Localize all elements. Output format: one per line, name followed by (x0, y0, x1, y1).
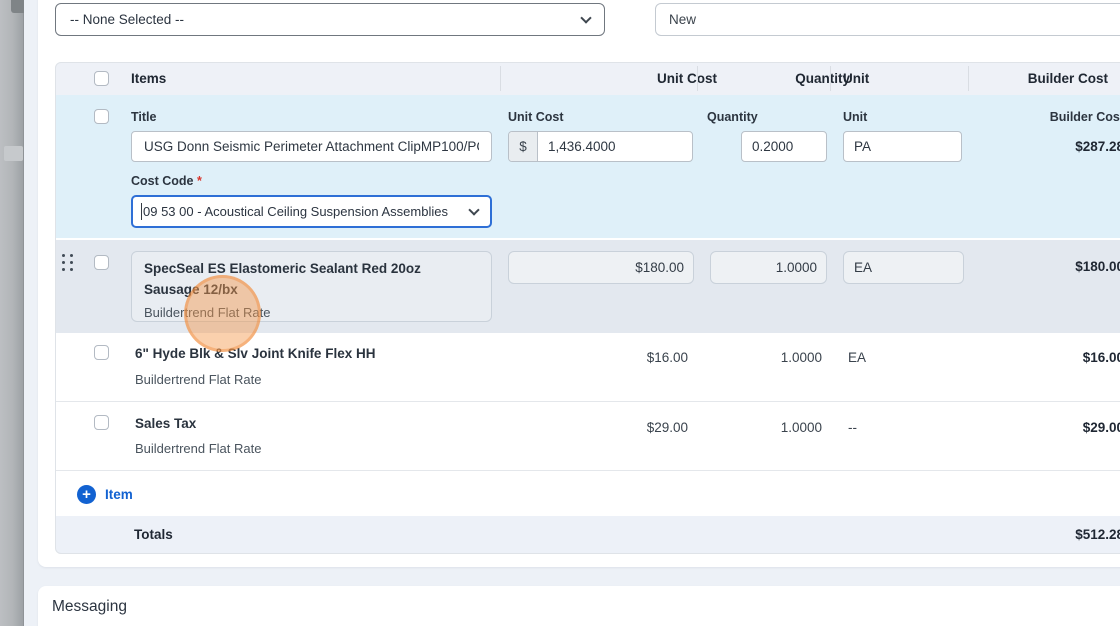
item-subtitle: Buildertrend Flat Rate (144, 305, 271, 320)
currency-prefix: $ (509, 132, 538, 161)
chevron-down-icon (580, 11, 592, 24)
quantity-input[interactable]: 0.2000 (741, 131, 827, 162)
add-item-label: Item (105, 487, 133, 502)
cost-code-label: Cost Code * (131, 174, 202, 188)
drag-handle-icon[interactable] (62, 254, 74, 271)
item-row[interactable] (55, 333, 1120, 402)
unit-input[interactable]: PA (843, 131, 962, 162)
row-unit-cost: $16.00 (646, 350, 688, 365)
header-builder-cost: Builder Cost (1027, 71, 1108, 86)
select-all-checkbox[interactable] (94, 71, 109, 86)
item-title: 6" Hyde Blk & Slv Joint Knife Flex HH (135, 346, 376, 361)
totals-builder-cost: $512.28 (1075, 527, 1120, 542)
status-field[interactable]: New (655, 3, 1120, 36)
row-builder-cost: $16.00 (1082, 350, 1120, 365)
column-divider (968, 66, 969, 91)
unit-cost-label: Unit Cost (508, 110, 564, 124)
row-unit: -- (848, 420, 857, 435)
row-quantity: 1.0000 (780, 420, 822, 435)
items-table-header: Items Unit Cost Quantity Unit Builder Co… (55, 62, 1120, 95)
totals-label: Totals (134, 527, 173, 542)
item-title-box[interactable]: SpecSeal ES Elastomeric Sealant Red 20oz… (131, 251, 492, 322)
header-quantity: Quantity (795, 71, 850, 86)
add-item-button[interactable]: + Item (77, 485, 133, 504)
column-divider (697, 66, 698, 91)
plus-icon: + (77, 485, 96, 504)
item-subtitle: Buildertrend Flat Rate (135, 372, 262, 387)
row-unit-cost: $29.00 (646, 420, 688, 435)
row-quantity: 1.0000 (780, 350, 822, 365)
edit-row-builder-cost: $287.28 (1075, 139, 1120, 154)
row-builder-cost: $29.00 (1082, 420, 1120, 435)
totals-row (55, 516, 1120, 554)
edit-row-checkbox[interactable] (94, 109, 109, 124)
chevron-down-icon (468, 203, 480, 216)
unit-label: Unit (843, 110, 868, 124)
unit-cost-value: 1,436.4000 (548, 139, 616, 154)
cost-code-filter-select[interactable]: -- None Selected -- (55, 3, 605, 36)
items-editor-screen: -- None Selected -- New Items Unit Cost … (0, 0, 1120, 626)
quantity-readonly: 1.0000 (710, 251, 827, 284)
header-items: Items (131, 71, 167, 86)
row-builder-cost: $180.00 (1075, 259, 1120, 274)
item-title: Sales Tax (135, 416, 197, 431)
unit-cost-readonly: $180.00 (508, 251, 694, 284)
add-item-row (55, 471, 1120, 516)
title-label: Title (131, 110, 157, 124)
quantity-value: 0.2000 (752, 139, 794, 154)
messaging-card (38, 586, 1120, 626)
cost-code-value: 09 53 00 - Acoustical Ceiling Suspension… (143, 204, 448, 219)
row-checkbox[interactable] (94, 345, 109, 360)
backdrop-artifact (11, 0, 24, 13)
builder-cost-label: Builder Cost (1049, 110, 1120, 124)
row-checkbox[interactable] (94, 255, 109, 270)
page-edge-backdrop (0, 0, 24, 626)
column-divider (500, 66, 501, 91)
cost-code-select[interactable]: 09 53 00 - Acoustical Ceiling Suspension… (131, 195, 492, 228)
item-subtitle: Buildertrend Flat Rate (135, 441, 262, 456)
status-value: New (669, 12, 697, 27)
item-row[interactable] (55, 402, 1120, 471)
required-asterisk: * (196, 174, 202, 188)
unit-value: PA (854, 139, 872, 154)
header-unit: Unit (843, 71, 870, 86)
title-input[interactable] (131, 131, 492, 162)
unit-cost-input[interactable]: $ 1,436.4000 (508, 131, 693, 162)
item-title: SpecSeal ES Elastomeric Sealant Red 20oz… (144, 261, 421, 297)
row-unit: EA (848, 350, 867, 365)
cost-code-filter-value: -- None Selected -- (70, 12, 185, 27)
text-caret (141, 203, 142, 220)
backdrop-artifact (4, 146, 23, 161)
unit-readonly: EA (843, 251, 964, 284)
header-unit-cost: Unit Cost (657, 71, 717, 86)
column-divider (830, 66, 831, 91)
row-checkbox[interactable] (94, 415, 109, 430)
messaging-section-title: Messaging (52, 598, 127, 615)
quantity-label: Quantity (707, 110, 758, 124)
